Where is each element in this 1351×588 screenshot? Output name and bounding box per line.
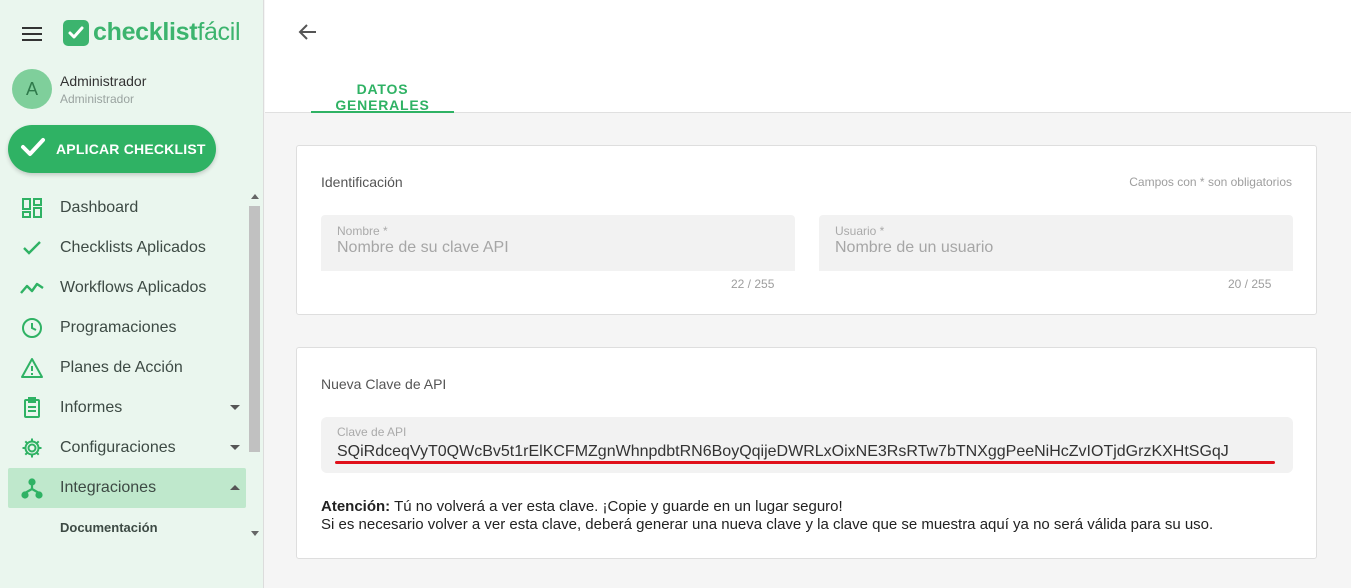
main-content: DATOS GENERALES Identificación Campos co… [265,0,1351,588]
name-input[interactable] [337,239,779,257]
user-role: Administrador [60,91,135,106]
user-field[interactable]: Usuario * [819,215,1293,271]
user-name: Administrador [60,72,147,89]
chevron-down-icon [230,405,240,410]
report-icon [20,396,44,420]
scrollbar-thumb[interactable] [249,206,260,452]
avatar: A [12,69,52,109]
sidebar-item-action-plans[interactable]: Planes de Acción [8,348,246,388]
sidebar-item-label: Planes de Acción [60,359,183,376]
warning-icon [20,356,44,380]
tab-general-data[interactable]: DATOS GENERALES [311,69,454,113]
clock-icon [20,316,44,340]
name-char-counter: 22 / 255 [731,277,775,291]
sidebar-scrollbar[interactable] [248,192,261,538]
user-input[interactable] [835,239,1277,257]
sidebar-item-schedules[interactable]: Programaciones [8,308,246,348]
gear-icon [20,436,44,460]
sidebar-item-checklists[interactable]: Checklists Aplicados [8,228,246,268]
notice-bold: Atención: [321,498,391,515]
integration-icon [20,476,44,500]
identification-card: Identificación Campos con * son obligato… [296,145,1317,315]
sidebar: checklistfácil A Administrador Administr… [0,0,264,588]
brand-logo[interactable]: checklistfácil [63,18,241,47]
user-profile[interactable]: A Administrador Administrador [12,69,146,109]
api-key-notice: Atención: Tú no volverá a ver esta clave… [321,498,1213,534]
sidebar-item-reports[interactable]: Informes [8,388,246,428]
user-field-label: Usuario * [835,224,885,238]
chevron-up-icon [230,485,240,490]
back-arrow-icon[interactable] [298,22,318,47]
sidebar-item-label: Checklists Aplicados [60,239,206,256]
name-field-label: Nombre * [337,224,388,238]
check-icon [20,136,46,163]
sidebar-item-dashboard[interactable]: Dashboard [8,188,246,228]
sidebar-item-integrations[interactable]: Integraciones [8,468,246,508]
sidebar-subitem-documentation[interactable]: Documentación [8,508,246,546]
apply-checklist-button[interactable]: APLICAR CHECKLIST [8,125,216,173]
sidebar-item-label: Configuraciones [60,439,176,456]
api-key-title: Nueva Clave de API [321,376,447,392]
apply-checklist-label: APLICAR CHECKLIST [56,141,206,157]
api-key-field[interactable]: Clave de API SQiRdceqVyT0QWcBv5t1rElKCFM… [321,417,1293,473]
menu-icon[interactable] [22,27,42,41]
sidebar-item-label: Dashboard [60,199,139,216]
notice-line-2: Si es necesario volver a ver esta clave,… [321,516,1214,533]
api-key-value[interactable]: SQiRdceqVyT0QWcBv5t1rElKCFMZgnWhnpdbtRN6… [337,443,1229,461]
api-key-field-label: Clave de API [337,425,407,439]
dashboard-icon [20,196,44,220]
brand-name: checklistfácil [93,18,241,46]
page-header: DATOS GENERALES [265,0,1351,113]
sidebar-nav: Dashboard Checklists Aplicados Workflows… [8,188,246,546]
logo-check-icon [63,19,89,46]
sidebar-item-label: Integraciones [60,479,157,496]
scroll-up-icon[interactable] [251,194,259,199]
user-char-counter: 20 / 255 [1228,277,1272,291]
api-key-card: Nueva Clave de API Clave de API SQiRdceq… [296,347,1317,559]
name-field[interactable]: Nombre * [321,215,795,271]
required-note: Campos con * son obligatorios [1129,175,1292,189]
sidebar-header: checklistfácil [0,0,263,64]
check-icon [20,236,44,260]
identification-title: Identificación [321,174,403,190]
notice-line-1: Tú no volverá a ver esta clave. ¡Copie y… [394,498,843,515]
scroll-down-icon[interactable] [251,531,259,536]
sidebar-item-label: Workflows Aplicados [60,279,207,296]
sidebar-item-settings[interactable]: Configuraciones [8,428,246,468]
sidebar-item-label: Programaciones [60,319,177,336]
sidebar-item-workflows[interactable]: Workflows Aplicados [8,268,246,308]
trend-icon [20,276,44,300]
sidebar-item-label: Informes [60,399,123,416]
chevron-down-icon [230,445,240,450]
red-underline-annotation [335,461,1275,464]
